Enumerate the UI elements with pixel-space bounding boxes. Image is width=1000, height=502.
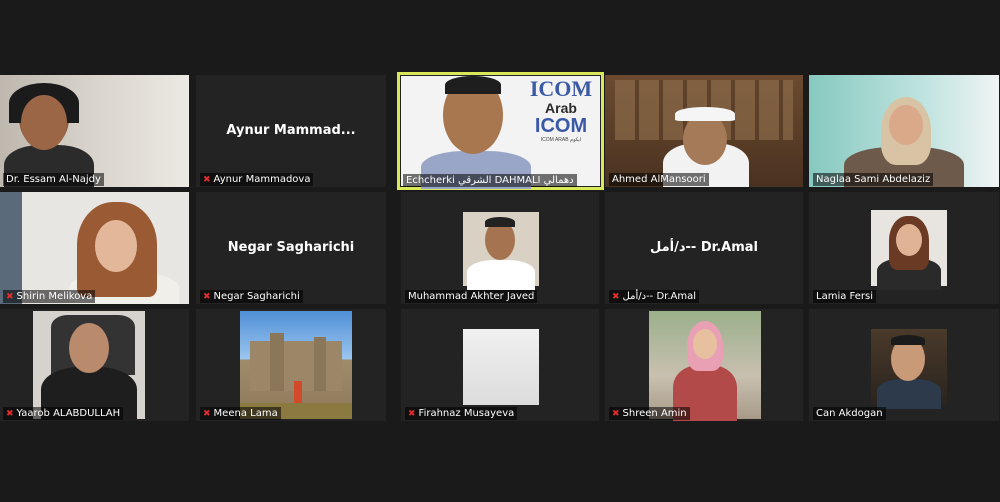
- icom-arab-logo: ICOM Arab ICOM ICOM ARAB ايكوم: [529, 76, 593, 144]
- mic-muted-icon: ✖: [6, 409, 14, 419]
- mic-muted-icon: ✖: [612, 409, 620, 419]
- video-feed: [0, 192, 189, 304]
- participant-tile-active-speaker[interactable]: ICOM Arab ICOM ICOM ARAB ايكوم Echcherki…: [397, 72, 604, 190]
- participant-tile[interactable]: Ahmed AlMansoori: [605, 75, 803, 187]
- mic-muted-icon: ✖: [203, 292, 211, 302]
- video-feed: [463, 329, 539, 405]
- participant-name-label: ✖ د/أمل-- Dr.Amal: [609, 290, 700, 303]
- participant-name-label: ✖ Yaarob ALABDULLAH: [3, 407, 124, 420]
- participant-name-label: ✖ Shirin Melikova: [3, 290, 96, 303]
- participant-tile[interactable]: ✖ Firahnaz Musayeva: [401, 309, 599, 421]
- mic-muted-icon: ✖: [203, 175, 211, 185]
- participant-name: Echcherki الشرقي DAHMALI دهمالي: [403, 174, 577, 187]
- video-feed: [871, 210, 947, 290]
- participant-name: Lamia Fersi: [813, 290, 876, 303]
- mic-muted-icon: ✖: [408, 409, 416, 419]
- video-feed: [871, 329, 947, 409]
- participant-tile[interactable]: ✖ Shirin Melikova: [0, 192, 189, 304]
- participant-tile[interactable]: Lamia Fersi: [809, 192, 999, 304]
- participant-tile[interactable]: ✖ Shreen Amin: [605, 309, 803, 421]
- video-feed: [463, 212, 539, 290]
- video-feed: [649, 311, 761, 421]
- video-feed: [809, 75, 999, 187]
- participant-name: Ahmed AlMansoori: [609, 173, 709, 186]
- participant-tile[interactable]: Muhammad Akhter Javed: [401, 192, 599, 304]
- participant-tile[interactable]: Naglaa Sami Abdelaziz: [809, 75, 999, 187]
- mic-muted-icon: ✖: [6, 292, 14, 302]
- participant-name-label: ✖ Meena Lama: [200, 407, 281, 420]
- participant-display-name: Negar Sagharichi: [227, 240, 355, 255]
- video-feed: [605, 75, 803, 187]
- participant-tile[interactable]: Negar Sagharichi ✖ Negar Sagharichi: [196, 192, 386, 304]
- participant-name-label: ✖ Negar Sagharichi: [200, 290, 303, 303]
- video-feed: [240, 311, 352, 419]
- participant-tile[interactable]: د/أمل-- Dr.Amal ✖ د/أمل-- Dr.Amal: [605, 192, 803, 304]
- participant-name: Naglaa Sami Abdelaziz: [813, 173, 934, 186]
- mic-muted-icon: ✖: [612, 292, 620, 302]
- participant-display-name: د/أمل-- Dr.Amal: [650, 240, 758, 255]
- participant-name: Muhammad Akhter Javed: [405, 290, 538, 303]
- participant-display-name: Aynur Mammad...: [226, 123, 356, 138]
- participant-tile[interactable]: Dr. Essam Al-Najdy: [0, 75, 189, 187]
- video-feed: ICOM Arab ICOM ICOM ARAB ايكوم: [401, 76, 600, 189]
- participant-tile[interactable]: Aynur Mammad... ✖ Aynur Mammadova: [196, 75, 386, 187]
- participant-name-label: ✖ Shreen Amin: [609, 407, 690, 420]
- video-feed: [33, 311, 145, 421]
- participant-tile[interactable]: ✖ Meena Lama: [196, 309, 386, 421]
- participant-name-label: ✖ Aynur Mammadova: [200, 173, 314, 186]
- participant-name: Dr. Essam Al-Najdy: [3, 173, 104, 186]
- participant-tile[interactable]: Can Akdogan: [809, 309, 999, 421]
- participant-tile[interactable]: ✖ Yaarob ALABDULLAH: [0, 309, 189, 421]
- mic-muted-icon: ✖: [203, 409, 211, 419]
- participant-name-label: ✖ Firahnaz Musayeva: [405, 407, 518, 420]
- participant-name: Can Akdogan: [813, 407, 886, 420]
- video-feed: [0, 75, 189, 187]
